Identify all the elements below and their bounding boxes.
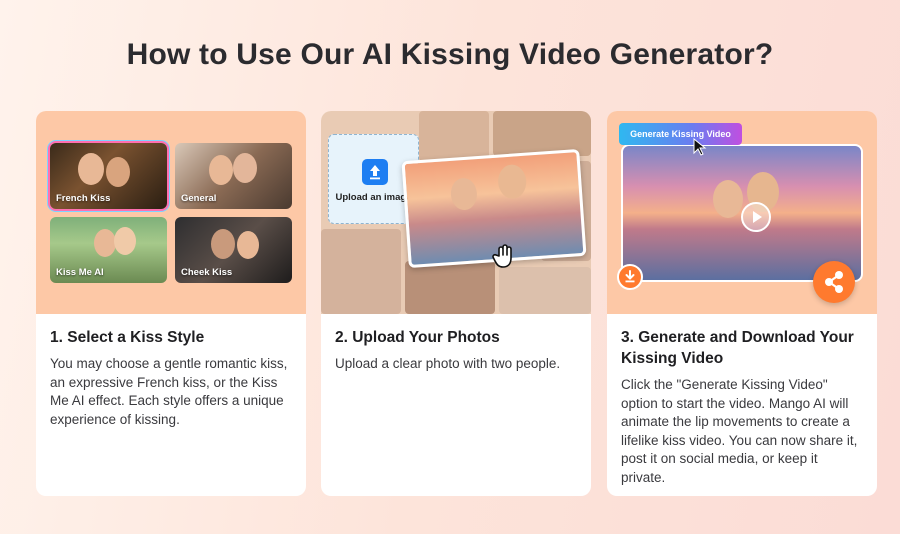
generate-video-button[interactable]: Generate Kissing Video [619,123,742,145]
style-label: French Kiss [56,193,111,204]
page-title: How to Use Our AI Kissing Video Generato… [126,38,774,71]
step-card-upload: Upload an image 2. Upload Your Photos Up… [321,111,591,496]
upload-icon[interactable] [362,159,388,185]
style-label: General [181,193,217,204]
generate-visual: Generate Kissing Video [607,111,877,314]
style-tile-general[interactable]: General [175,143,292,209]
hand-cursor-icon [492,244,516,270]
share-icon[interactable] [813,261,855,303]
style-tile-cheek-kiss[interactable]: Cheek Kiss [175,217,292,283]
step-description: Click the "Generate Kissing Video" optio… [621,377,858,485]
step-title: 1. Select a Kiss Style [50,329,205,346]
step-title: 2. Upload Your Photos [335,329,500,346]
step-description: Upload a clear photo with two people. [335,356,561,371]
style-selector-visual: French Kiss General Kiss Me AI Cheek Kis… [36,111,306,314]
step-card-select-style: French Kiss General Kiss Me AI Cheek Kis… [36,111,306,496]
step-description: You may choose a gentle romantic kiss, a… [50,356,288,427]
style-label: Cheek Kiss [181,267,233,278]
play-icon[interactable] [741,202,771,232]
style-tile-french-kiss[interactable]: French Kiss [50,143,167,209]
upload-visual: Upload an image [321,111,591,314]
step-card-generate: Generate Kissing Video 3. Generate and D… [607,111,877,496]
style-tile-kiss-me-ai[interactable]: Kiss Me AI [50,217,167,283]
arrow-cursor-icon [693,138,707,156]
step-title: 3. Generate and Download Your Kissing Vi… [621,329,854,367]
style-label: Kiss Me AI [56,267,104,278]
download-icon[interactable] [617,264,643,290]
